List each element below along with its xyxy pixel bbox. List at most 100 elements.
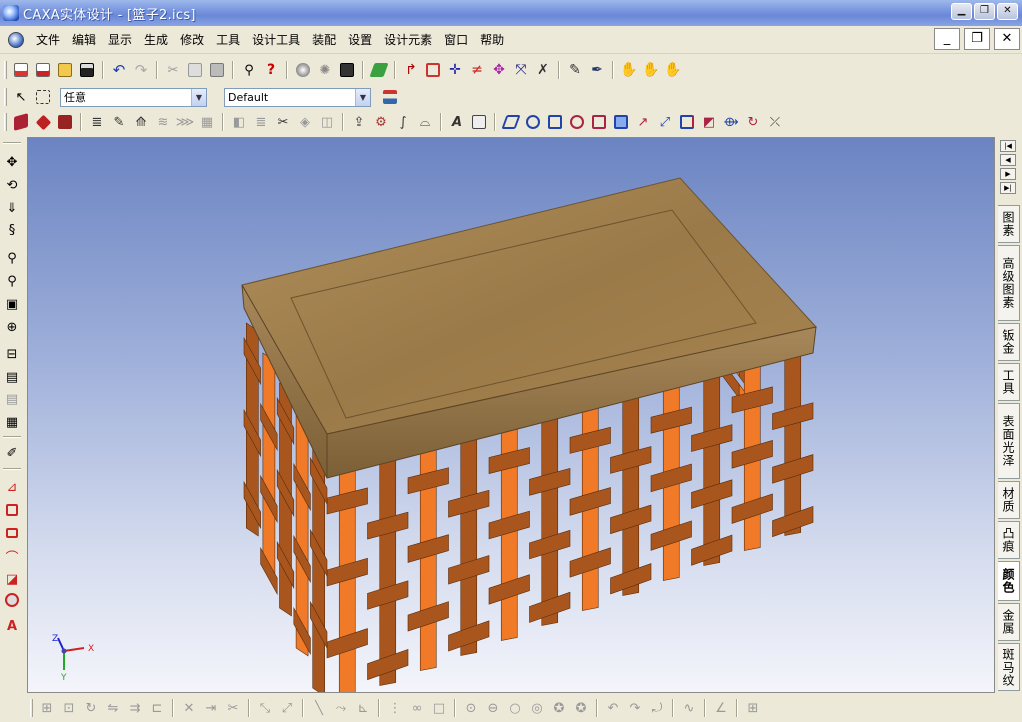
new-icon[interactable] [10,59,32,81]
tab-advanced-primitives[interactable]: 高级图素 [998,245,1020,321]
lights-icon[interactable]: ✺ [314,59,336,81]
push-icon[interactable]: ⇪ [348,111,370,133]
arrow-icon[interactable]: ↱ [400,59,422,81]
toolbar-grip[interactable] [4,88,7,106]
plane-10-icon[interactable]: ◩ [698,111,720,133]
boolean-icon[interactable]: ◧ [228,111,250,133]
copy-icon[interactable] [184,59,206,81]
select-arrow-icon[interactable]: ↖ [10,86,32,108]
plane-4-icon[interactable] [566,111,588,133]
b-tangent-icon[interactable]: ⤳ [330,697,352,719]
menu-assembly[interactable]: 装配 [306,30,342,50]
menu-edit[interactable]: 编辑 [66,30,102,50]
text-tool-icon[interactable]: A [1,616,23,636]
menu-tools[interactable]: 工具 [210,30,246,50]
b-rotate-icon[interactable]: ↻ [80,697,102,719]
b-circle2-icon[interactable]: ⊖ [482,697,504,719]
split-icon[interactable]: ≣ [250,111,272,133]
save-icon[interactable] [76,59,98,81]
camera-icon[interactable]: ▣ [1,294,23,314]
b-angle-icon[interactable]: ∠ [710,697,732,719]
b-arc3-icon[interactable]: ⤾ [646,697,668,719]
face-icon[interactable]: ◈ [294,111,316,133]
restore-button[interactable]: ❐ [974,3,995,20]
3d-viewport[interactable]: X Y Z [27,137,995,693]
document-icon[interactable] [8,31,24,48]
menu-generate[interactable]: 生成 [138,30,174,50]
b-dim-icon[interactable]: ⇥ [200,697,222,719]
chamfer-icon[interactable]: ⋙ [174,111,196,133]
b-square-icon[interactable]: □ [428,697,450,719]
edit-feature-icon[interactable]: ✎ [108,111,130,133]
tab-primitives[interactable]: 图素 [998,205,1020,243]
menu-display[interactable]: 显示 [102,30,138,50]
plane-12-icon[interactable]: ↻ [742,111,764,133]
tab-colors[interactable]: 颜色 [998,561,1020,601]
extrude-icon[interactable] [10,111,32,133]
sweep-icon[interactable] [54,111,76,133]
box-icon[interactable] [422,59,444,81]
zoom-icon[interactable]: ⚲ [1,248,23,268]
sphere-icon[interactable] [1,590,23,610]
move-view-icon[interactable]: ✥ [1,152,23,172]
pattern-icon[interactable]: ▦ [196,111,218,133]
triad-icon[interactable]: ≠ [466,59,488,81]
surface-icon[interactable]: ⌓ [414,111,436,133]
doc-restore-button[interactable]: ❐ [964,28,990,50]
chevron-down-icon[interactable]: ▼ [191,88,206,106]
tool-icon[interactable]: ✋ [662,59,684,81]
tab-surface-finish[interactable]: 表面光泽 [998,403,1020,479]
menu-design-elements[interactable]: 设计元素 [378,30,438,50]
toolbar-grip[interactable] [4,61,7,79]
b-circle4-icon[interactable]: ◎ [526,697,548,719]
pen-icon[interactable]: ✎ [564,59,586,81]
tab-sheet-metal[interactable]: 钣金 [998,323,1020,361]
doc-close-button[interactable]: ✕ [994,28,1020,50]
image-icon[interactable] [468,111,490,133]
spin-icon[interactable]: § [1,220,23,240]
trim-icon[interactable]: ✂ [272,111,294,133]
move-icon[interactable]: ✥ [488,59,510,81]
rotate-view-icon[interactable]: ⟲ [1,175,23,195]
plane-9-icon[interactable] [676,111,698,133]
b-x-icon[interactable]: ✕ [178,697,200,719]
b-frame-icon[interactable]: ⊡ [58,697,80,719]
close-button[interactable]: ✕ [997,3,1018,20]
toolbar-grip[interactable] [4,113,7,131]
b-circle1-icon[interactable]: ⊙ [460,697,482,719]
plane-7-icon[interactable]: ↗ [632,111,654,133]
edit-icon[interactable]: ◪ [1,569,23,589]
tab-materials[interactable]: 材质 [998,481,1020,519]
b-table-icon[interactable]: ⊞ [742,697,764,719]
b-circle6-icon[interactable]: ✪ [570,697,592,719]
green-plane-icon[interactable] [368,59,390,81]
camera-d-icon[interactable]: ▦ [1,412,23,432]
rect-icon[interactable] [1,500,23,520]
b-line-icon[interactable]: ╲ [308,697,330,719]
b-project-icon[interactable]: ⊏ [146,697,168,719]
plane-5-icon[interactable] [588,111,610,133]
plane-13-icon[interactable]: ⤫ [764,111,786,133]
tab-zebra[interactable]: 斑马纹 [998,643,1020,691]
b-link-icon[interactable]: ∞ [406,697,428,719]
b-grid-icon[interactable]: ⊞ [36,697,58,719]
menu-window[interactable]: 窗口 [438,30,474,50]
search-icon[interactable]: ⚲ [238,59,260,81]
curve-icon[interactable]: ⌒ [1,546,23,566]
undo-icon[interactable]: ↶ [108,59,130,81]
fillet-icon[interactable]: ≋ [152,111,174,133]
menu-file[interactable]: 文件 [30,30,66,50]
plane-8-icon[interactable]: ⤢ [654,111,676,133]
config-combo[interactable]: Default ▼ [224,87,371,107]
new-drawing-icon[interactable] [32,59,54,81]
b-circle3-icon[interactable]: ○ [504,697,526,719]
camera-c-icon[interactable]: ▤ [1,389,23,409]
open-icon[interactable] [54,59,76,81]
b-constraint-icon[interactable]: ⤡ [254,697,276,719]
hierarchy-icon[interactable] [379,86,401,108]
camera-b-icon[interactable]: ▤ [1,367,23,387]
tool-a-icon[interactable]: ⊟ [1,344,23,364]
b-arc2-icon[interactable]: ↷ [624,697,646,719]
minimize-button[interactable]: ▁ [951,3,972,20]
menu-help[interactable]: 帮助 [474,30,510,50]
